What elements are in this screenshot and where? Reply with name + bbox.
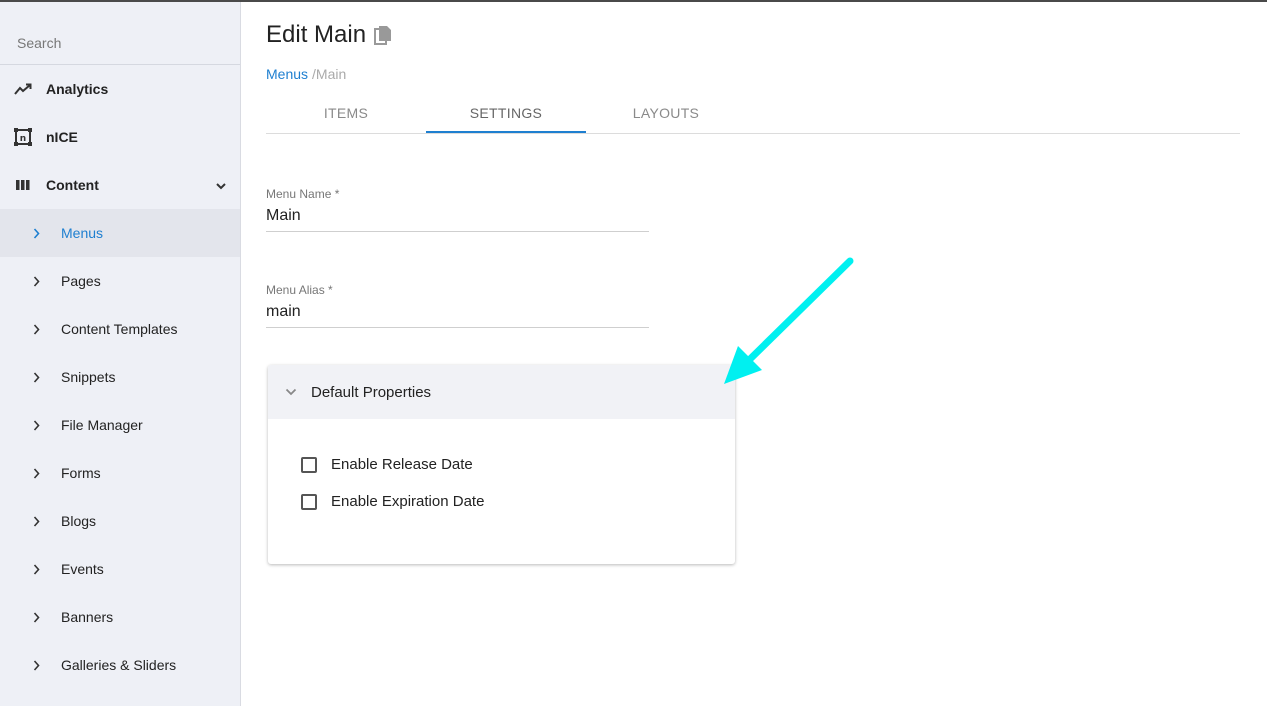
- annotation-arrow-icon: [724, 257, 854, 384]
